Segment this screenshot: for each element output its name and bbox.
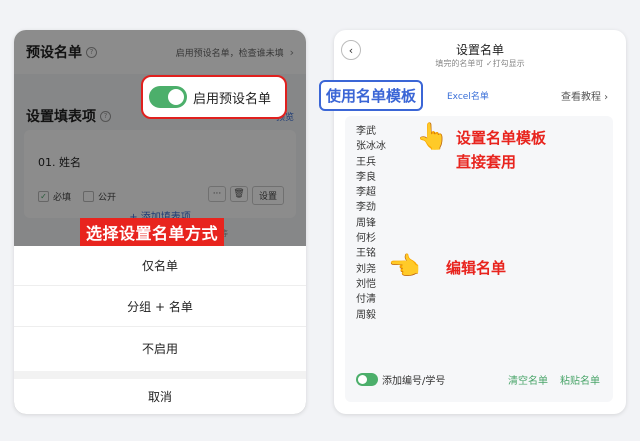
excel-list-link[interactable]: Excel名单 [447,89,489,102]
pointing-up-hand-icon: 👆 [416,122,449,152]
enable-preset-toggle[interactable] [149,86,187,108]
sheet-cancel-button[interactable]: 取消 [14,379,306,414]
name-list: 李武 张冰冰 王兵 李良 李超 李劲 周锋 何杉 王铭 刘尧 刘恺 付清 周毅 [356,124,386,323]
list-item: 王铭 [356,248,376,260]
action-sheet: 仅名单 分组 + 名单 不启用 取消 [14,246,306,414]
sheet-option-disable[interactable]: 不启用 [14,328,306,368]
choose-method-annotation: 选择设置名单方式 [80,218,225,246]
clear-list-button[interactable]: 清空名单 [508,372,548,387]
list-footer: 添加编号/学号 清空名单 粘贴名单 [356,372,600,387]
add-number-label: 添加编号/学号 [382,376,446,387]
list-item: 李武 [356,126,376,137]
list-item: 李良 [356,171,376,183]
list-item: 王兵 [356,156,376,168]
use-template-button[interactable]: 使用名单模板 [319,80,424,111]
list-item: 何杉 [356,233,376,245]
view-tutorial-link[interactable]: 查看教程 › [561,88,608,103]
list-item: 周毅 [356,309,376,321]
template-annotation: 设置名单模板 直接套用 [456,129,547,171]
sheet-option-group-list[interactable]: 分组 + 名单 [14,287,306,327]
list-item: 刘尧 [356,263,376,275]
enable-preset-callout: 启用预设名单 [141,75,287,119]
list-item: 付清 [356,294,376,306]
list-item: 李超 [356,187,376,199]
sheet-divider [14,371,306,379]
page-title: 设置名单 [455,43,504,57]
list-item: 刘恺 [356,278,376,290]
edit-list-annotation: 编辑名单 [446,259,507,277]
add-number-toggle[interactable] [356,373,378,386]
list-item: 张冰冰 [356,141,386,153]
pointing-left-hand-icon: 👈 [388,252,421,282]
list-item: 周锋 [356,217,376,229]
page-subtitle: 填完的名单可 ✓打勾显示 [435,59,525,68]
enable-preset-label: 启用预设名单 [193,91,272,107]
sheet-option-list-only[interactable]: 仅名单 [14,246,306,286]
list-item: 李劲 [356,202,376,214]
paste-list-button[interactable]: 粘贴名单 [560,372,600,387]
